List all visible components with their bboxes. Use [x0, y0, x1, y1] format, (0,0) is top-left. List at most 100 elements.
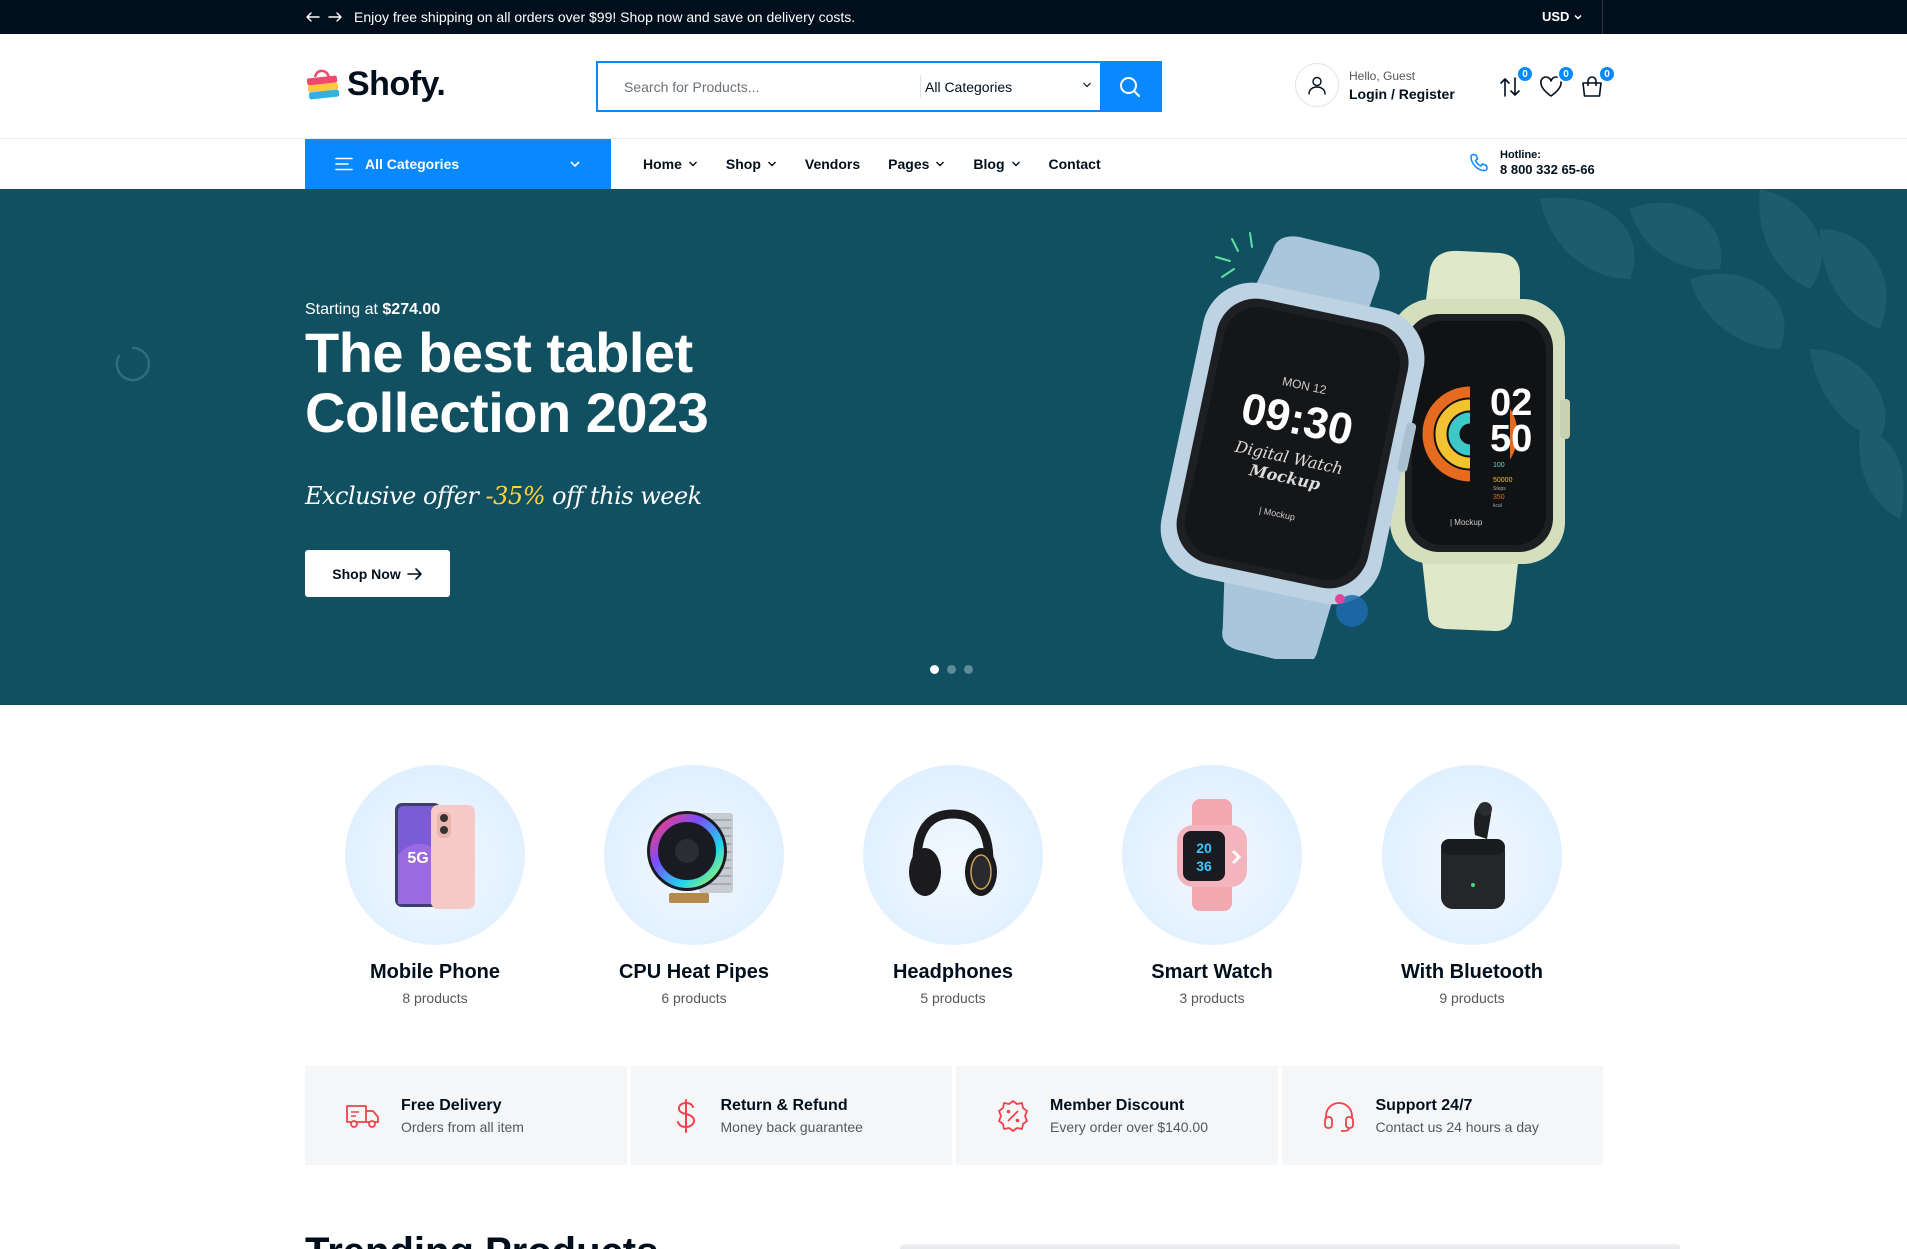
nav-item-blog[interactable]: Blog: [973, 156, 1020, 172]
hotline-label: Hotline:: [1500, 149, 1541, 161]
arrow-right-icon: [406, 567, 423, 581]
primary-menu: Home Shop Vendors Pages Blog Contact: [643, 139, 1129, 189]
category-image: 5G: [345, 765, 525, 945]
account-link[interactable]: Hello, Guest Login / Register: [1295, 63, 1455, 107]
category-list: 5G Mobile Phone 8 products CPU Heat Pipe…: [305, 765, 1603, 1010]
smart-watch-icon: 20 36: [1177, 799, 1247, 911]
feature-title: Return & Refund: [720, 1096, 848, 1114]
cpu-cooler-icon: [647, 811, 733, 903]
offer-percent: -35%: [485, 482, 546, 510]
search-input[interactable]: [598, 63, 920, 110]
mobile-phone-icon: 5G: [395, 803, 475, 909]
compare-button[interactable]: 0: [1497, 65, 1534, 102]
feature-member-discount: Member Discount Every order over $140.00: [956, 1066, 1278, 1165]
cart-count-badge: 0: [1598, 65, 1616, 83]
search-bar: All Categories: [596, 61, 1162, 112]
category-name: Headphones: [892, 961, 1014, 983]
login-register-link[interactable]: Login / Register: [1349, 86, 1455, 102]
site-logo[interactable]: Shofy.: [305, 65, 446, 104]
nav-item-vendors[interactable]: Vendors: [805, 156, 860, 172]
hotline[interactable]: Hotline: 8 800 332 65-66: [1468, 149, 1595, 177]
search-button[interactable]: [1100, 63, 1160, 110]
user-icon: [1295, 63, 1339, 107]
currency-label: USD: [1542, 9, 1570, 24]
category-item-smart-watch[interactable]: 20 36 Smart Watch 3 products: [1122, 765, 1302, 1006]
hotline-text: Hotline: 8 800 332 65-66: [1500, 149, 1595, 177]
feature-support: Support 24/7 Contact us 24 hours a day: [1281, 1066, 1603, 1165]
slider-dot-1[interactable]: [930, 665, 939, 674]
nav-item-home[interactable]: Home: [643, 156, 698, 172]
search-category-select[interactable]: All Categories: [920, 63, 1100, 110]
feature-return-refund: Return & Refund Money back guarantee: [630, 1066, 952, 1165]
nav-item-label: Blog: [973, 156, 1005, 172]
slider-pagination: [930, 665, 973, 674]
category-item-headphones[interactable]: Headphones 5 products: [863, 765, 1043, 1006]
announcement-arrows: [305, 9, 343, 25]
account-text: Hello, Guest Login / Register: [1349, 69, 1455, 102]
trending-tabs-panel: [900, 1244, 1680, 1249]
nav-item-contact[interactable]: Contact: [1049, 156, 1101, 172]
category-item-cpu-heat-pipes[interactable]: CPU Heat Pipes 6 products: [604, 765, 784, 1006]
watch2-stat-4: 350: [1493, 494, 1505, 501]
category-image: [863, 765, 1043, 945]
starting-prefix: Starting at: [305, 301, 378, 318]
headphones-icon: [909, 809, 997, 896]
wishlist-button[interactable]: 0: [1538, 65, 1575, 102]
category-item-with-bluetooth[interactable]: With Bluetooth 9 products: [1382, 765, 1562, 1006]
currency-selector[interactable]: USD: [1542, 9, 1583, 24]
loading-spinner-icon: [114, 345, 152, 383]
feature-free-delivery: Free Delivery Orders from all item: [305, 1066, 627, 1165]
discount-badge-icon: [996, 1099, 1030, 1133]
shipping-notice: Enjoy free shipping on all orders over $…: [354, 9, 856, 25]
category-count: 9 products: [1439, 990, 1505, 1006]
category-name: Smart Watch: [1151, 961, 1273, 983]
nav-item-shop[interactable]: Shop: [726, 156, 777, 172]
shop-now-button[interactable]: Shop Now: [305, 550, 450, 597]
watch2-minute: 50: [1490, 418, 1532, 460]
slider-dot-3[interactable]: [964, 665, 973, 674]
feature-text: Support 24/7 Contact us 24 hours a day: [1376, 1097, 1539, 1135]
feature-subtitle: Contact us 24 hours a day: [1375, 1118, 1539, 1135]
chevron-down-icon: [1082, 80, 1092, 90]
compare-count-badge: 0: [1516, 65, 1534, 83]
category-count: 8 products: [402, 990, 468, 1006]
offer-prefix: Exclusive offer: [305, 482, 479, 510]
nav-item-label: Pages: [888, 156, 930, 172]
category-item-mobile-phone[interactable]: 5G Mobile Phone 8 products: [345, 765, 525, 1006]
all-categories-button[interactable]: All Categories: [305, 139, 611, 189]
feature-title: Support 24/7: [1375, 1096, 1473, 1114]
search-icon: [1119, 76, 1141, 98]
slider-dot-2[interactable]: [947, 665, 956, 674]
smart-watches-image: 02 50 100 50000 Steps 350 kcal | Mockup …: [1160, 232, 1570, 659]
feature-subtitle: Orders from all item: [401, 1118, 524, 1135]
search-category-value: All Categories: [925, 78, 1013, 95]
shop-now-label: Shop Now: [332, 565, 401, 582]
all-categories-label: All Categories: [365, 156, 460, 172]
category-name: CPU Heat Pipes: [618, 961, 770, 983]
nav-item-pages[interactable]: Pages: [888, 156, 945, 172]
feature-text: Free Delivery Orders from all item: [401, 1097, 524, 1135]
watch2-stat-3: Steps: [1493, 486, 1506, 492]
arrow-right-icon[interactable]: [327, 9, 343, 25]
delivery-truck-icon: [345, 1100, 381, 1132]
svg-text:5G: 5G: [407, 850, 428, 867]
arrow-left-icon[interactable]: [305, 9, 321, 25]
chevron-down-icon: [1573, 12, 1583, 22]
nav-item-label: Contact: [1048, 156, 1101, 172]
watch2-stat-1: 100: [1493, 462, 1505, 469]
category-count: 3 products: [1179, 990, 1245, 1006]
chevron-down-icon: [935, 159, 945, 169]
watch2-stat-2: 50000: [1493, 477, 1513, 484]
topbar-divider: [1602, 0, 1603, 34]
cart-button[interactable]: 0: [1579, 65, 1616, 102]
feature-title: Member Discount: [1050, 1096, 1185, 1114]
category-count: 6 products: [661, 990, 727, 1006]
announcement-bar: Enjoy free shipping on all orders over $…: [0, 0, 1907, 34]
watch2-stat-5: kcal: [1493, 503, 1502, 509]
offer-suffix: off this week: [552, 482, 702, 510]
category-count: 5 products: [920, 990, 986, 1006]
feature-subtitle: Money back guarantee: [720, 1118, 863, 1135]
main-navigation: All Categories Home Shop Vendors Pages B…: [0, 139, 1907, 189]
hero-starting-price: Starting at $274.00: [305, 301, 440, 319]
nav-item-label: Vendors: [804, 156, 861, 172]
